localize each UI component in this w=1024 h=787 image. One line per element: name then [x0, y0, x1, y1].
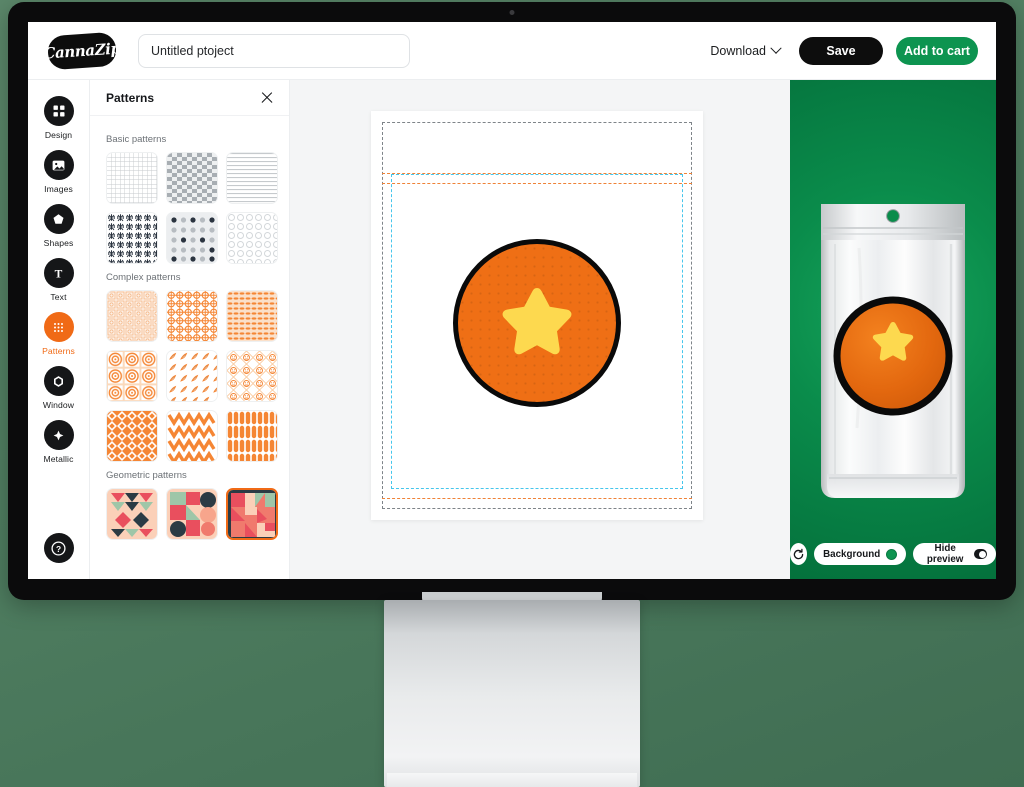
hide-preview-toggle[interactable]: Hide preview	[913, 543, 996, 565]
background-label: Background	[823, 548, 881, 560]
rotate-button[interactable]	[790, 543, 808, 565]
preview-controls: Background Hide preview	[790, 543, 996, 565]
pattern-swatch-checkerboard[interactable]	[166, 152, 218, 204]
sparkle-icon	[43, 420, 74, 450]
chevron-down-icon	[770, 42, 782, 54]
image-icon	[43, 150, 74, 180]
pattern-swatch-faces-diamond[interactable]	[226, 350, 278, 402]
grid-squares-icon	[43, 96, 74, 126]
pattern-swatch-horizontal-lines[interactable]	[226, 152, 278, 204]
project-name-input[interactable]	[138, 33, 410, 68]
monitor-stand-body	[384, 600, 640, 787]
pattern-swatch-leaves[interactable]	[166, 350, 218, 402]
design-artwork[interactable]	[453, 239, 621, 407]
pattern-swatch-grid-lines[interactable]	[106, 152, 158, 204]
pattern-swatch-geo-triangles[interactable]	[226, 488, 278, 540]
download-dropdown[interactable]: Download	[710, 42, 786, 58]
sidebar-item-label: Metallic	[43, 454, 74, 464]
star-shape	[502, 288, 572, 355]
group-title-geometric: Geometric patterns	[106, 470, 187, 481]
text-t-icon: T	[43, 258, 74, 288]
rotate-icon	[793, 548, 804, 559]
brand-logo[interactable]: CannaZip	[43, 31, 121, 70]
sidebar-item-images[interactable]: Images	[31, 150, 87, 194]
group-title-complex: Complex patterns	[106, 272, 181, 283]
sidebar-item-label: Window	[42, 400, 75, 410]
sidebar-item-metallic[interactable]: Metallic	[31, 420, 87, 464]
sidebar-item-window[interactable]: Window	[31, 366, 87, 410]
orange-disc	[453, 239, 621, 407]
geometric-patterns-grid	[106, 488, 289, 540]
pattern-swatch-polka-dots[interactable]	[166, 212, 218, 264]
sidebar-item-label: Shapes	[43, 238, 74, 248]
artboard[interactable]	[371, 111, 703, 520]
pattern-swatch-concentric-rings[interactable]	[106, 350, 158, 402]
pattern-swatch-floral-lattice[interactable]	[166, 290, 218, 342]
monitor-frame: CannaZip Download Save Add to cart	[8, 2, 1016, 600]
add-to-cart-button[interactable]: Add to cart	[896, 36, 978, 65]
monitor-stand-foot	[387, 773, 637, 787]
close-icon[interactable]	[259, 90, 275, 106]
preview-panel: Background Hide preview	[790, 80, 996, 579]
basic-patterns-grid	[106, 152, 289, 264]
pentagon-icon	[43, 204, 74, 234]
pattern-swatch-open-circles[interactable]	[226, 212, 278, 264]
background-button[interactable]: Background	[814, 543, 907, 565]
sidebar-item-label: Images	[44, 184, 73, 194]
brand-logo-text: CannaZip	[42, 38, 122, 63]
background-color-swatch	[886, 548, 898, 560]
toggle-switch[interactable]	[974, 549, 987, 559]
top-bar: CannaZip Download Save Add to cart	[28, 22, 996, 80]
complex-patterns-grid	[106, 290, 289, 462]
sidebar-item-label: Design	[44, 130, 73, 140]
pattern-swatch-ogee-lattice[interactable]	[106, 410, 158, 462]
panel-title: Patterns	[106, 90, 155, 105]
top-bar-actions: Download Save Add to cart	[710, 36, 996, 65]
svg-text:?: ?	[56, 544, 61, 554]
download-label: Download	[710, 43, 766, 58]
group-title-basic: Basic patterns	[106, 134, 167, 145]
patterns-panel-header: Patterns	[90, 80, 289, 116]
dot-grid-icon	[43, 312, 74, 342]
pouch-mockup[interactable]	[813, 198, 973, 506]
canvas-stage[interactable]: Front Back Bottom Full	[290, 80, 790, 579]
pattern-swatch-tiny-tiles[interactable]	[106, 290, 158, 342]
question-circle-icon[interactable]: ?	[43, 533, 74, 563]
desktop-scene: CannaZip Download Save Add to cart	[0, 0, 1024, 787]
pattern-swatch-geo-chevrons[interactable]	[106, 488, 158, 540]
webcam-dot	[509, 10, 515, 15]
patterns-panel: Patterns Basic patterns Complex patterns…	[90, 80, 290, 579]
svg-text:T: T	[55, 268, 63, 280]
sidebar-item-design[interactable]: Design	[31, 96, 87, 140]
hexagon-outline-icon	[43, 366, 74, 396]
sidebar-item-label: Patterns	[42, 346, 75, 356]
pattern-swatch-vertical-bars[interactable]	[226, 410, 278, 462]
sidebar-item-patterns[interactable]: Patterns	[31, 312, 87, 356]
save-button[interactable]: Save	[799, 36, 883, 65]
pattern-swatch-snowflakes[interactable]	[106, 212, 158, 264]
sidebar-item-shapes[interactable]: Shapes	[31, 204, 87, 248]
pattern-swatch-wavy-dashes[interactable]	[226, 290, 278, 342]
app-screen: CannaZip Download Save Add to cart	[28, 22, 996, 579]
sidebar-item-text[interactable]: T Text	[31, 258, 87, 302]
pattern-swatch-chevron-zigzag[interactable]	[166, 410, 218, 462]
patterns-panel-body: Basic patterns Complex patterns Geometri…	[90, 116, 289, 540]
sidebar-item-label: Text	[50, 292, 67, 302]
hide-preview-label: Hide preview	[926, 543, 964, 565]
pattern-swatch-geo-circles[interactable]	[166, 488, 218, 540]
left-sidebar: Design Images Shapes T Text Patterns Win…	[28, 80, 90, 579]
trim-guide-bottom	[382, 498, 692, 499]
